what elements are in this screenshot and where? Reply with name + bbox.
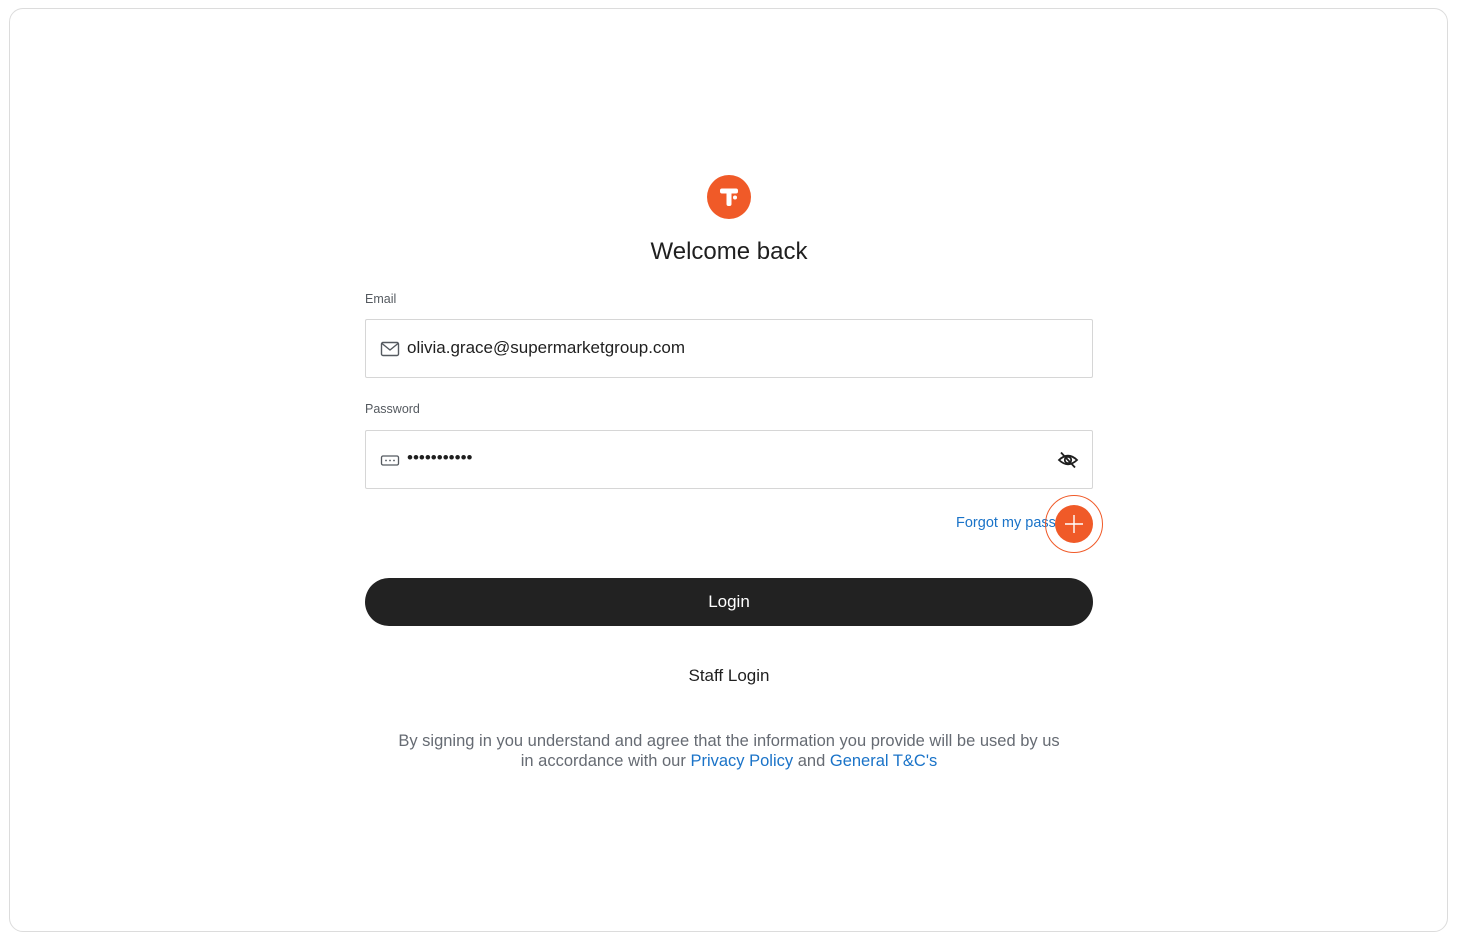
password-icon [380, 451, 400, 469]
staff-login-link[interactable]: Staff Login [0, 666, 1458, 686]
mail-icon [380, 340, 400, 358]
password-field[interactable]: ••••••••••• [365, 430, 1093, 489]
eye-slash-icon[interactable] [1057, 449, 1079, 471]
legal-line-1: By signing in you understand and agree t… [398, 732, 1060, 750]
terms-link[interactable]: General T&C's [830, 752, 937, 770]
brand-logo-icon [707, 175, 751, 219]
legal-and-text: and [797, 752, 826, 770]
privacy-policy-link[interactable]: Privacy Policy [690, 752, 793, 770]
password-label: Password [365, 402, 420, 416]
legal-line-2-prefix: in accordance with our [520, 752, 686, 770]
email-value: olivia.grace@supermarketgroup.com [407, 338, 686, 357]
page-title: Welcome back [650, 238, 808, 265]
legal-line-2: in accordance with our Privacy Policy an… [0, 751, 1458, 771]
email-label: Email [365, 292, 397, 306]
email-field[interactable]: olivia.grace@supermarketgroup.com [365, 319, 1093, 378]
legal-notice: By signing in you understand and agree t… [0, 731, 1458, 771]
login-button[interactable]: Login [365, 578, 1093, 626]
click-indicator-plus-icon [1055, 505, 1093, 543]
password-value: ••••••••••• [407, 448, 473, 467]
